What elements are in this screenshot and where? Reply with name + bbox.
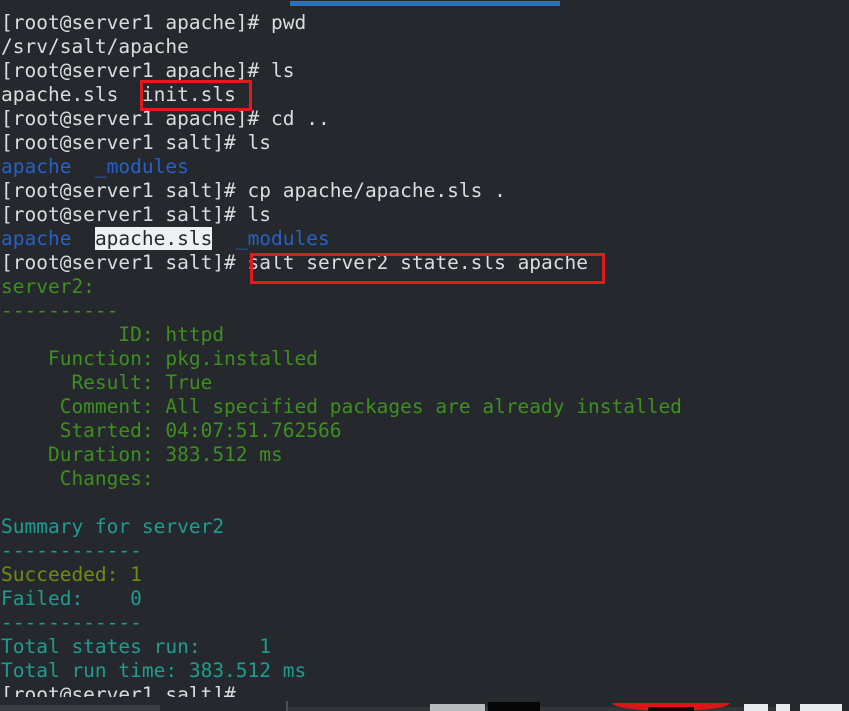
terminal-line: Function: pkg.installed [0, 347, 849, 371]
shell-command: cp apache/apache.sls . [247, 179, 506, 202]
terminal-line: [root@server1 apache]# pwd [0, 11, 849, 35]
watermark-glyph-3 [800, 704, 842, 711]
terminal-line-salt-command: [root@server1 salt]# salt server2 state.… [0, 251, 849, 275]
shell-prompt: [root@server1 salt]# [1, 203, 248, 226]
bottom-watermark-strip [0, 697, 849, 711]
watermark-bar-left [0, 705, 160, 711]
terminal-line: ------------ [0, 611, 849, 635]
shell-command: ls [271, 59, 295, 82]
summary-heading: Summary for server2 [1, 515, 225, 538]
terminal-line: Failed: 0 [0, 587, 849, 611]
shell-prompt: [root@server1 salt]# [1, 179, 248, 202]
state-started-row: Started: 04:07:51.762566 [1, 419, 342, 442]
watermark-shape-red-core [648, 707, 694, 711]
watermark-shape-black [488, 702, 540, 711]
terminal-line: Succeeded: 1 [0, 563, 849, 587]
terminal-line: ---------- [0, 299, 849, 323]
state-function-row: Function: pkg.installed [1, 347, 318, 370]
terminal-line-ls-apache: apache.sls init.sls [0, 83, 849, 107]
shell-command-salt-state-apply: salt server2 state.sls apache [247, 251, 589, 274]
terminal-line-ls-salt: apache _modules [0, 155, 849, 179]
shell-prompt: [root@server1 apache]# [1, 11, 272, 34]
terminal-window: [root@server1 apache]# pwd /srv/salt/apa… [0, 0, 849, 711]
shell-command: cd .. [271, 107, 330, 130]
file-init-sls: init.sls [141, 83, 236, 106]
summary-succeeded: Succeeded: 1 [1, 563, 142, 586]
terminal-line: [root@server1 apache]# cd .. [0, 107, 849, 131]
shell-command: pwd [271, 11, 307, 34]
terminal-line: Comment: All specified packages are alre… [0, 395, 849, 419]
shell-prompt: [root@server1 apache]# [1, 107, 272, 130]
watermark-glyph-2 [776, 704, 790, 711]
file-apache-sls: apache.sls [1, 83, 119, 106]
state-comment-row: Comment: All specified packages are alre… [1, 395, 682, 418]
terminal-line: ID: httpd [0, 323, 849, 347]
shell-command: ls [247, 131, 272, 154]
top-progress-bar-track [0, 0, 849, 11]
terminal-line: Summary for server2 [0, 515, 849, 539]
dir-apache: apache [1, 227, 72, 250]
dir-apache: apache [1, 155, 72, 178]
dir-modules: _modules [94, 155, 189, 178]
terminal-line-ls-salt-after-copy: apache apache.sls _modules [0, 227, 849, 251]
separator-dashes: ---------- [1, 299, 119, 322]
watermark-divider [286, 701, 288, 711]
shell-prompt: [root@server1 apache]# [1, 59, 272, 82]
shell-prompt: [root@server1 salt]# [1, 251, 248, 274]
file-apache-sls-highlighted: apache.sls [94, 227, 213, 250]
terminal-output-area[interactable]: [root@server1 apache]# pwd /srv/salt/apa… [0, 11, 849, 706]
state-result-row: Result: True [1, 371, 213, 394]
summary-total-states-run: Total states run: 1 [1, 635, 272, 658]
state-changes-row: Changes: [1, 467, 154, 490]
summary-separator-top: ------------ [1, 539, 142, 562]
terminal-line: /srv/salt/apache [0, 35, 849, 59]
terminal-line: server2: [0, 275, 849, 299]
summary-total-run-time: Total run time: 383.512 ms [1, 659, 307, 682]
top-progress-bar-fill [290, 1, 560, 6]
terminal-line: ------------ [0, 539, 849, 563]
terminal-line: [root@server1 salt]# cp apache/apache.sl… [0, 179, 849, 203]
shell-prompt: [root@server1 salt]# [1, 131, 248, 154]
terminal-line: [root@server1 salt]# ls [0, 131, 849, 155]
dir-modules: _modules [235, 227, 330, 250]
summary-failed: Failed: 0 [1, 587, 142, 610]
shell-command: ls [247, 203, 272, 226]
terminal-line: Result: True [0, 371, 849, 395]
terminal-line: Changes: [0, 467, 849, 491]
terminal-line: Started: 04:07:51.762566 [0, 419, 849, 443]
summary-separator-bottom: ------------ [1, 611, 142, 634]
watermark-glyph-1 [744, 704, 768, 711]
terminal-line: Duration: 383.512 ms [0, 443, 849, 467]
watermark-shape-gray [430, 704, 485, 711]
terminal-line: Total states run: 1 [0, 635, 849, 659]
state-duration-row: Duration: 383.512 ms [1, 443, 283, 466]
minion-id-server2: server2: [1, 275, 95, 298]
command-output: /srv/salt/apache [1, 35, 189, 58]
state-id-row: ID: httpd [1, 323, 225, 346]
terminal-line: Total run time: 383.512 ms [0, 659, 849, 683]
terminal-line: [root@server1 salt]# ls [0, 203, 849, 227]
terminal-line: [root@server1 apache]# ls [0, 59, 849, 83]
